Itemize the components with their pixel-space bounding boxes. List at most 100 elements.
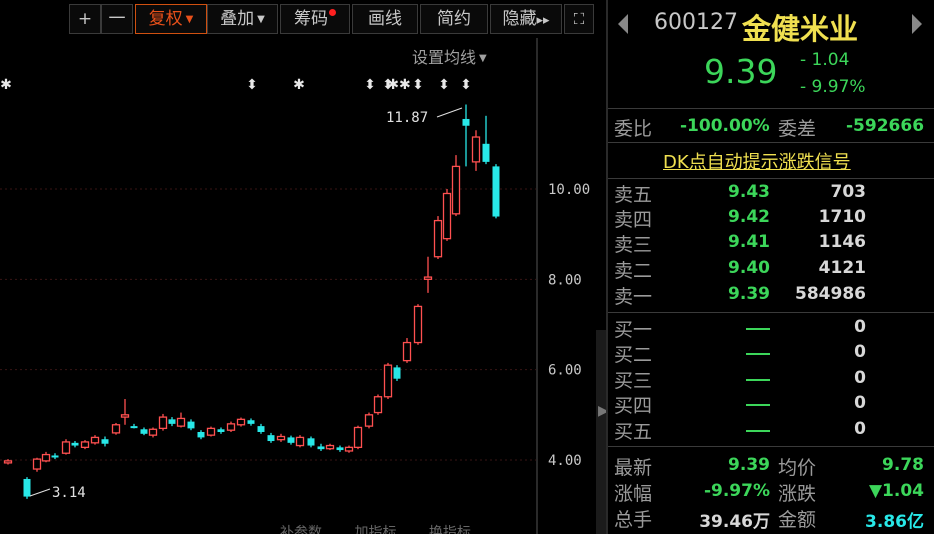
candle-body (402, 341, 412, 362)
event-marker-icon: ⬍ (460, 77, 472, 93)
ask-price: 9.43 (728, 182, 770, 202)
candle-body (90, 436, 100, 444)
bid-row: 买二 0 (608, 340, 934, 366)
candle-body (257, 426, 265, 432)
zoom-out-button[interactable]: 一 (101, 4, 133, 34)
ask-row: 卖五 9.43 703 (608, 180, 934, 206)
candle-body (158, 416, 168, 430)
stock-code: 600127 (654, 10, 738, 35)
diejia-dropdown[interactable]: 叠加 ▼ (207, 4, 278, 34)
fuquan-label: 复权 (148, 9, 183, 29)
bid-volume: 0 (854, 368, 866, 388)
candle-body (197, 431, 205, 438)
webi-value: -100.00% (680, 116, 770, 136)
webi-label: 委比 (614, 118, 653, 140)
bid-row: 买一 0 (608, 315, 934, 341)
candle-body (442, 192, 452, 240)
candle-body (344, 446, 354, 452)
candle-body (482, 143, 490, 162)
last-price: 9.39 (704, 52, 778, 91)
diejia-label: 叠加 (220, 9, 255, 29)
candle-body (111, 424, 121, 434)
candle-body (148, 428, 158, 436)
price-axis-label: 6.00 (548, 363, 582, 379)
ma-setting-dropdown[interactable]: 设置均线 ▼ (412, 44, 487, 68)
price-axis-label: 10.00 (548, 182, 590, 198)
candle-body (51, 455, 59, 458)
low-price-label: 3.14 (52, 485, 86, 501)
candle-body (101, 439, 109, 444)
candle-body (206, 427, 216, 436)
candle-body (336, 447, 344, 451)
ask-price: 9.40 (728, 258, 770, 278)
stock-name: 金健米业 (742, 12, 859, 46)
empty-price-dash (746, 430, 770, 432)
pct-label: 涨幅 (614, 483, 653, 505)
candle-body (287, 437, 295, 443)
candle-body (383, 364, 393, 398)
ask-label: 卖五 (614, 184, 653, 206)
ask-price: 9.41 (728, 232, 770, 252)
yincang-label: 隐藏 (502, 9, 537, 29)
event-marker-icon: ⬍ (438, 77, 450, 93)
chart-toolbar: + 一 复权 ▼ 叠加 ▼ 筹码 画线 简约 隐藏▸▸ ⛶ (0, 0, 606, 36)
candle-body (226, 423, 236, 431)
chouma-button[interactable]: 筹码 (280, 4, 350, 34)
bid-row: 买四 0 (608, 391, 934, 417)
indicator-tabs: 补参数 加指标 换指标 (280, 522, 600, 534)
divider (608, 312, 934, 313)
zoom-in-button[interactable]: + (69, 4, 101, 34)
empty-price-dash (746, 353, 770, 355)
pane-splitter[interactable] (596, 330, 606, 534)
price-axis-label: 8.00 (548, 272, 582, 288)
candle-body (23, 478, 31, 497)
price-change: - 1.04 (800, 50, 850, 70)
price-change-pct: - 9.97% (800, 77, 866, 97)
avg-label: 均价 (778, 457, 817, 479)
candle-body (471, 136, 481, 163)
kline-chart-pane[interactable]: 10.00 8.00 6.00 4.00 11.87 3.14 ✱ ⬍ ✱ ⬍ ⬍ ✱✱ ⬍ ⬍ ⬍ + 一… (0, 0, 606, 534)
tab-bucanshu[interactable]: 补参数 (280, 525, 322, 534)
pct-value: -9.97% (703, 481, 770, 501)
chevron-down-icon: ▼ (185, 14, 194, 25)
chg-label: 涨跌 (778, 483, 817, 505)
prev-stock-icon[interactable] (618, 14, 628, 34)
ma-setting-label: 设置均线 (412, 48, 477, 67)
event-marker-icon: ✱ (293, 77, 305, 93)
candle-body (168, 419, 176, 424)
candle-body (325, 444, 335, 450)
dk-signal-link[interactable]: DK点自动提示涨跌信号 (663, 148, 851, 174)
jianyue-button[interactable]: 简约 (420, 4, 488, 34)
candle-body (373, 396, 383, 414)
empty-price-dash (746, 328, 770, 330)
candle-body (176, 417, 186, 427)
ask-label: 卖四 (614, 209, 653, 231)
volume-value: 39.46万 (699, 512, 770, 532)
candle-body (451, 165, 461, 215)
divider (608, 446, 934, 447)
tab-huanzhibiao[interactable]: 换指标 (429, 525, 471, 534)
candle-body (3, 460, 13, 464)
candlestick-chart[interactable]: 10.008.006.004.0011.873.14✱ ⬍ ✱ ⬍ ⬍✱✱ ⬍ ⬍ ⬍ (0, 0, 600, 534)
event-marker-icon: ✱✱ (387, 77, 410, 93)
chouma-label: 筹码 (294, 9, 328, 29)
bid-label: 买一 (614, 319, 653, 341)
bid-label: 买五 (614, 421, 653, 443)
candle-body (317, 446, 325, 450)
fuquan-dropdown[interactable]: 复权 ▼ (135, 4, 207, 34)
empty-price-dash (746, 404, 770, 406)
low-pointer-icon (29, 488, 51, 497)
divider (608, 142, 934, 143)
candle-body (217, 429, 225, 432)
candle-body (307, 438, 315, 446)
tab-jiazhibiao[interactable]: 加指标 (354, 525, 396, 534)
huaxian-button[interactable]: 画线 (352, 4, 418, 34)
bid-volume: 0 (854, 419, 866, 439)
candle-body (61, 441, 71, 454)
ask-row: 卖一 9.39 584986 (608, 282, 934, 308)
yincang-button[interactable]: 隐藏▸▸ (490, 4, 562, 34)
bid-row: 买三 0 (608, 366, 934, 392)
next-stock-icon[interactable] (912, 14, 922, 34)
candle-body (247, 420, 255, 424)
fullscreen-icon[interactable]: ⛶ (564, 4, 594, 34)
